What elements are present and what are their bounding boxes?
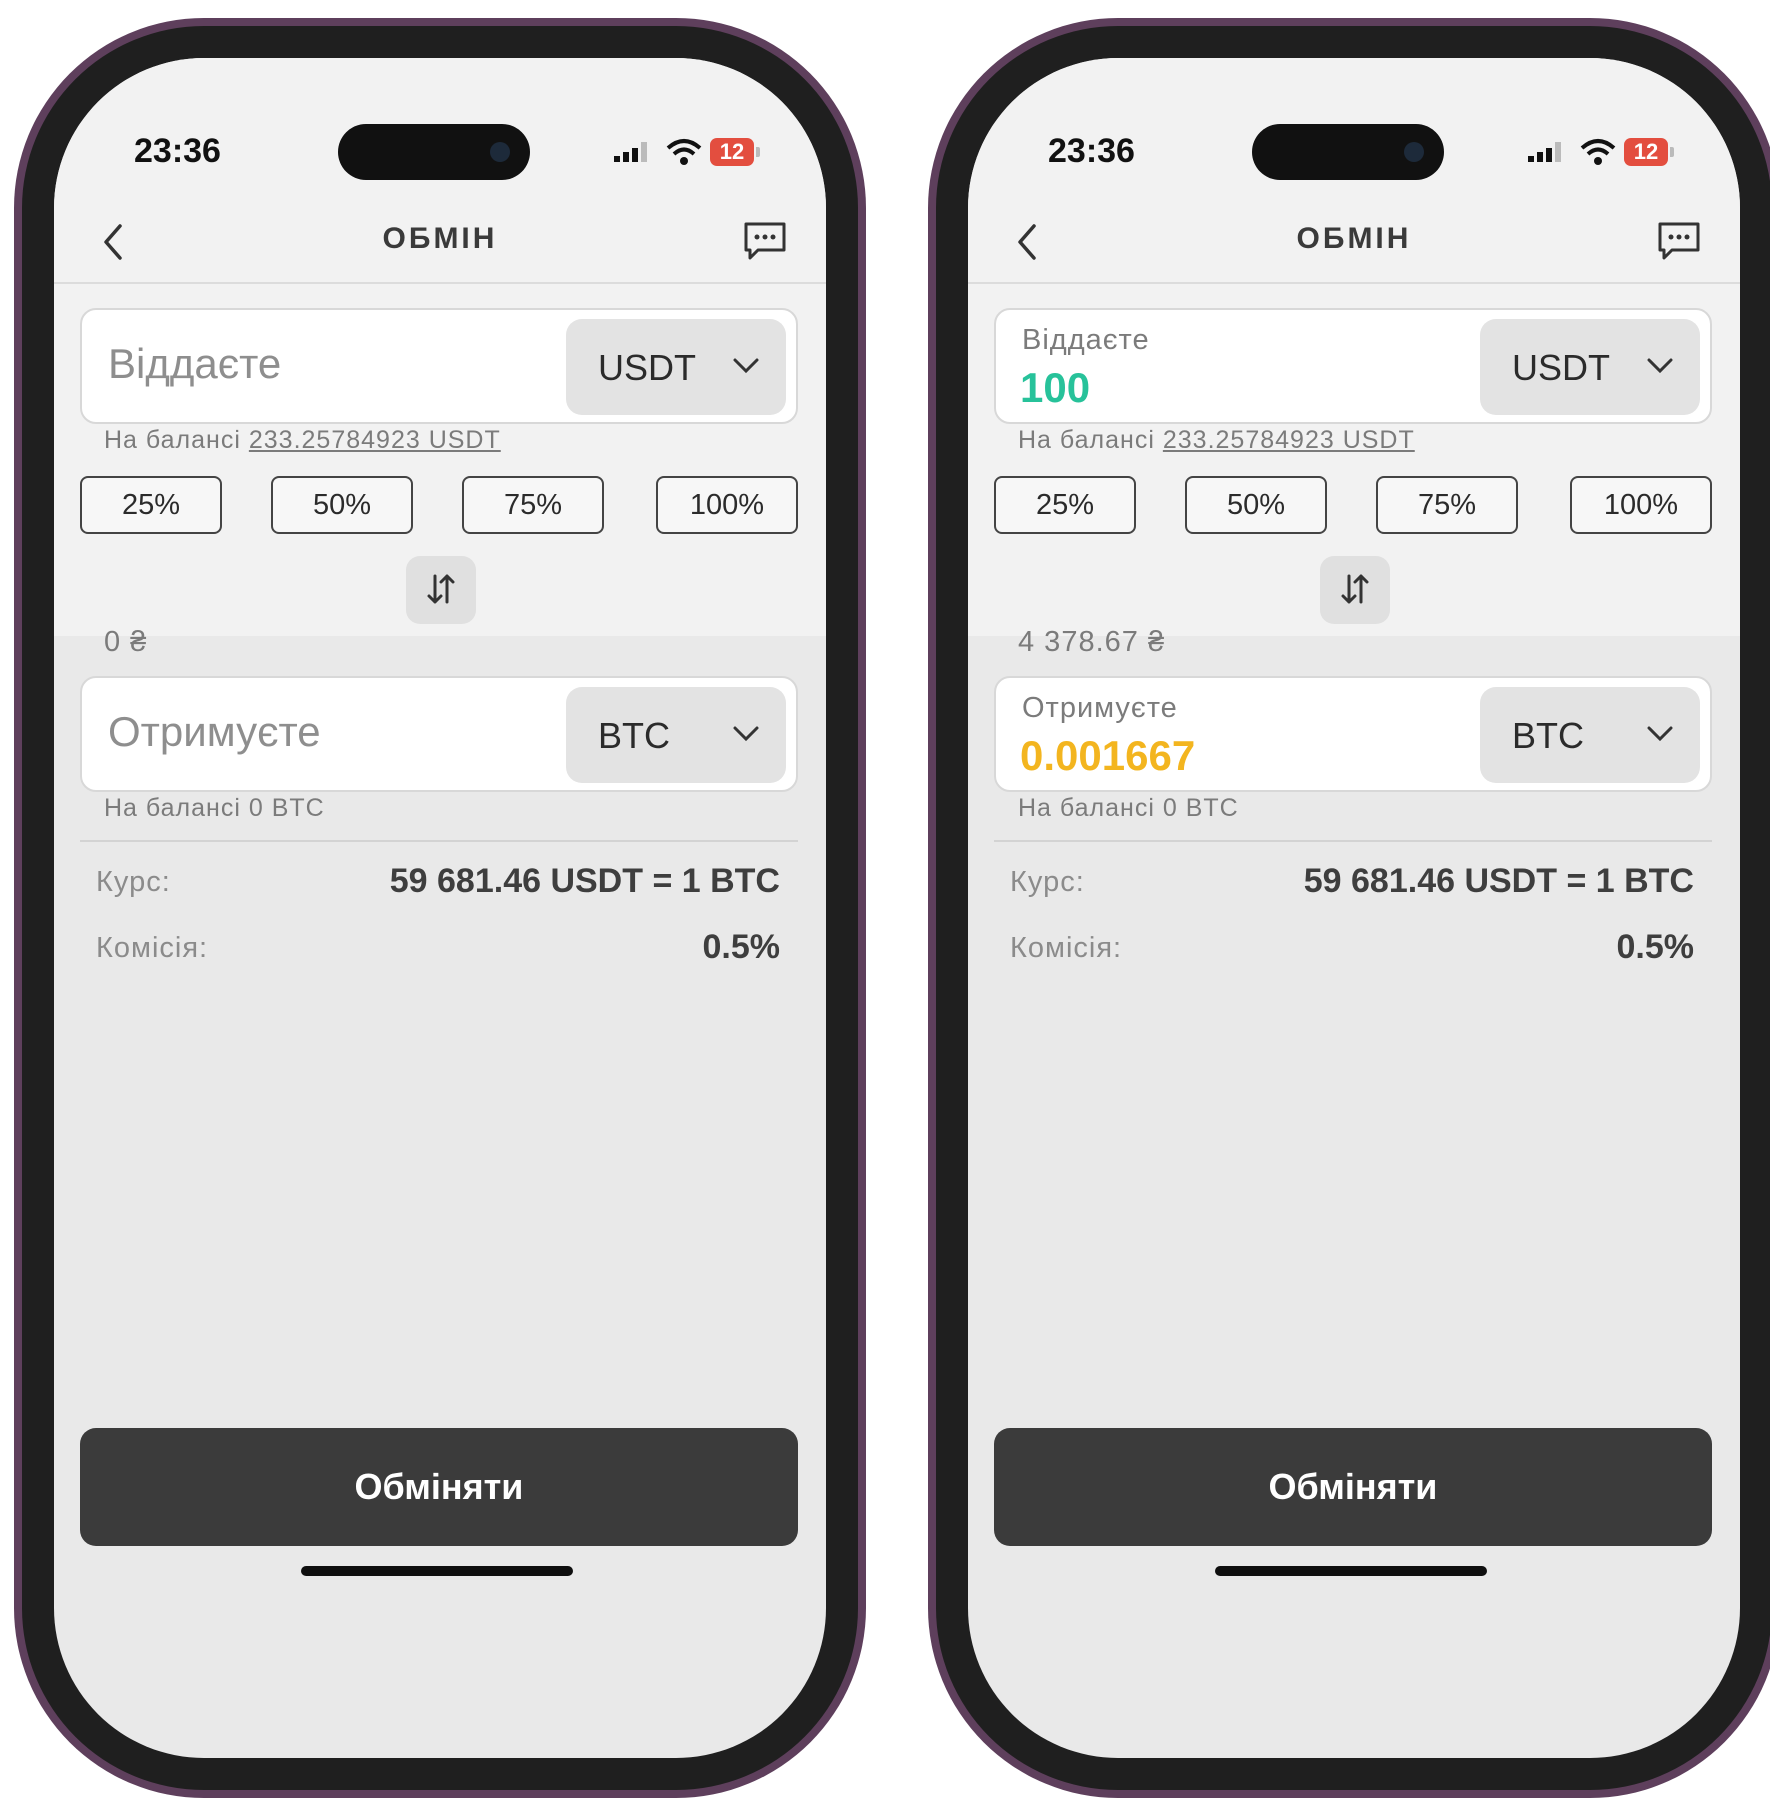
- percent-25-button[interactable]: 25%: [80, 476, 222, 534]
- fiat-equivalent: 4 378.67 ₴: [1018, 626, 1166, 658]
- receive-label: Отримуєте: [1022, 692, 1178, 724]
- give-balance-link[interactable]: 233.25784923 USDT: [1163, 426, 1415, 454]
- fiat-equivalent: 0 ₴: [104, 626, 148, 658]
- home-indicator[interactable]: [1215, 1566, 1487, 1576]
- give-amount-field[interactable]: Віддаєте USDT: [80, 308, 798, 424]
- status-time: 23:36: [134, 132, 221, 170]
- phone-screen: 23:36 12 ОБМІН: [968, 58, 1740, 1758]
- give-currency-label: USDT: [1512, 347, 1610, 388]
- home-indicator[interactable]: [301, 1566, 573, 1576]
- receive-amount-field[interactable]: Отримуєте 0.001667 BTC: [994, 676, 1712, 792]
- page-title: ОБМІН: [1296, 222, 1412, 255]
- receive-balance: На балансі 0 BTC: [1018, 794, 1239, 822]
- dynamic-island: [338, 124, 530, 180]
- status-time: 23:36: [1048, 132, 1135, 170]
- camera-icon: [1404, 142, 1424, 162]
- phone-bezel: 23:36 12 ОБМІН: [936, 26, 1770, 1790]
- phone-screen: 23:36 12 ОБМІН: [54, 58, 826, 1758]
- receive-currency-label: BTC: [598, 715, 670, 756]
- battery-icon: 12: [710, 138, 760, 166]
- swap-button[interactable]: [1320, 556, 1390, 624]
- give-balance-prefix: На балансі: [104, 426, 241, 454]
- give-currency-label: USDT: [598, 347, 696, 388]
- rate-label: Курс:: [96, 866, 171, 898]
- chat-icon[interactable]: [1656, 220, 1702, 262]
- page-title: ОБМІН: [382, 222, 498, 255]
- receive-value: 0.001667: [1020, 732, 1196, 779]
- chevron-down-icon: [733, 726, 759, 742]
- percent-75-button[interactable]: 75%: [462, 476, 604, 534]
- rate-value: 59 681.46 USDT = 1 BTC: [1303, 862, 1694, 900]
- receive-currency-label: BTC: [1512, 715, 1584, 756]
- receive-placeholder: Отримуєте: [108, 708, 321, 755]
- receive-currency-select[interactable]: BTC: [1480, 687, 1700, 783]
- rate-label: Курс:: [1010, 866, 1085, 898]
- signal-icon: [614, 142, 647, 162]
- fee-value: 0.5%: [702, 928, 781, 966]
- fee-label: Комісія:: [96, 932, 209, 964]
- signal-icon: [1528, 142, 1561, 162]
- dynamic-island: [1252, 124, 1444, 180]
- chat-icon[interactable]: [742, 220, 788, 262]
- phone-bezel: 23:36 12 ОБМІН: [22, 26, 858, 1790]
- wifi-icon: [666, 139, 702, 165]
- phone-left: 23:36 12 ОБМІН Віддаєте USDT На балансі …: [14, 18, 866, 1798]
- give-label: Віддаєте: [1022, 324, 1150, 356]
- give-balance: На балансі 233.25784923 USDT: [104, 426, 501, 455]
- phone-right: 23:36 12 ОБМІН Віддаєте 100 USDT На бала…: [928, 18, 1770, 1798]
- exchange-button[interactable]: Обміняти: [80, 1428, 798, 1546]
- percent-100-button[interactable]: 100%: [656, 476, 798, 534]
- give-balance-prefix: На балансі: [1018, 426, 1155, 454]
- fee-value: 0.5%: [1616, 928, 1695, 966]
- chevron-down-icon: [733, 358, 759, 374]
- chevron-down-icon: [1647, 726, 1673, 742]
- swap-button[interactable]: [406, 556, 476, 624]
- percent-25-button[interactable]: 25%: [994, 476, 1136, 534]
- receive-amount-field[interactable]: Отримуєте BTC: [80, 676, 798, 792]
- section-divider: [80, 840, 798, 842]
- swap-arrows-icon: [1341, 574, 1369, 604]
- rate-value: 59 681.46 USDT = 1 BTC: [389, 862, 780, 900]
- camera-icon: [490, 142, 510, 162]
- chevron-down-icon: [1647, 358, 1673, 374]
- header-divider: [54, 282, 826, 284]
- give-value: 100: [1020, 364, 1091, 411]
- percent-100-button[interactable]: 100%: [1570, 476, 1712, 534]
- give-currency-select[interactable]: USDT: [1480, 319, 1700, 415]
- give-balance: На балансі 233.25784923 USDT: [1018, 426, 1415, 455]
- fee-label: Комісія:: [1010, 932, 1123, 964]
- receive-currency-select[interactable]: BTC: [566, 687, 786, 783]
- wifi-icon: [1580, 139, 1616, 165]
- give-amount-field[interactable]: Віддаєте 100 USDT: [994, 308, 1712, 424]
- percent-50-button[interactable]: 50%: [271, 476, 413, 534]
- percent-50-button[interactable]: 50%: [1185, 476, 1327, 534]
- section-divider: [994, 840, 1712, 842]
- give-balance-link[interactable]: 233.25784923 USDT: [249, 426, 501, 454]
- battery-icon: 12: [1624, 138, 1674, 166]
- swap-arrows-icon: [427, 574, 455, 604]
- give-currency-select[interactable]: USDT: [566, 319, 786, 415]
- exchange-button[interactable]: Обміняти: [994, 1428, 1712, 1546]
- give-placeholder: Віддаєте: [108, 340, 282, 387]
- percent-75-button[interactable]: 75%: [1376, 476, 1518, 534]
- header-divider: [968, 282, 1740, 284]
- receive-balance: На балансі 0 BTC: [104, 794, 325, 822]
